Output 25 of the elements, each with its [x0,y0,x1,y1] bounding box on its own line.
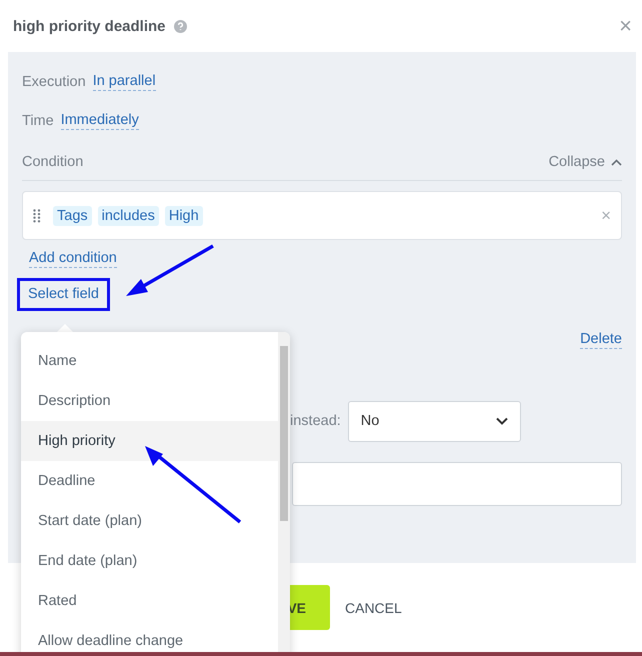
dropdown-item[interactable]: High priority [21,421,278,461]
collapse-button[interactable]: Collapse [548,154,622,170]
text-input[interactable] [292,462,622,506]
condition-label: Condition [22,154,84,170]
drag-handle-icon[interactable] [33,208,41,222]
chevron-up-icon [611,158,622,166]
condition-chip[interactable]: High [164,206,203,226]
instead-label: instead: [290,413,341,429]
condition-chip[interactable]: includes [98,206,159,226]
scrollbar[interactable] [278,332,290,652]
time-label: Time [22,113,54,129]
cancel-button[interactable]: CANCEL [345,600,402,616]
select-field-link[interactable]: Select field [28,286,99,302]
dialog-title: high priority deadline [13,18,166,34]
close-button[interactable]: × [619,13,632,39]
delete-link[interactable]: Delete [580,331,622,349]
condition-chip[interactable]: Tags [53,206,92,226]
add-condition-link[interactable]: Add condition [29,250,117,268]
scrollbar-thumb[interactable] [280,346,288,521]
time-link[interactable]: Immediately [60,112,139,130]
execution-link[interactable]: In parallel [92,73,156,91]
execution-label: Execution [22,74,86,90]
help-icon[interactable] [174,20,187,32]
chevron-down-icon [496,417,508,425]
instead-select[interactable]: No [348,400,521,442]
